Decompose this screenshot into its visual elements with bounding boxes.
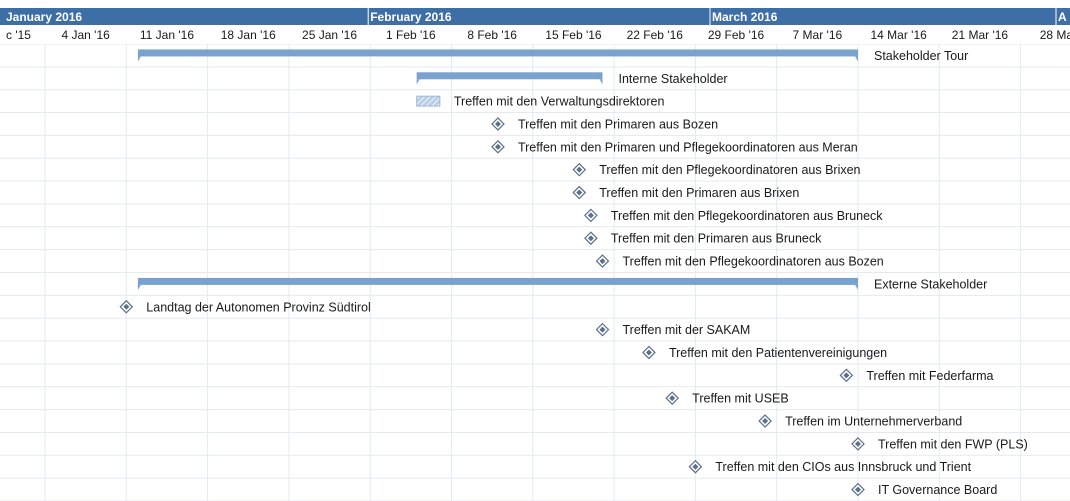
week-label: 4 Jan '16	[61, 28, 110, 42]
week-label: 28 Mar '	[1040, 28, 1070, 42]
summary-bar-cap-start	[137, 284, 141, 290]
task-label: Treffen mit den CIOs aus Innsbruck und T…	[715, 460, 971, 474]
task-label: Externe Stakeholder	[874, 277, 987, 291]
summary-bar	[416, 72, 603, 80]
week-label: 11 Jan '16	[140, 28, 194, 42]
task-label: Treffen mit den Pflegekoordinatoren aus …	[611, 209, 883, 223]
task-label: Treffen mit den FWP (PLS)	[878, 437, 1028, 451]
task-label: Treffen mit Federfarma	[866, 369, 993, 383]
gantt-chart: January 2016 February 2016 March 2016 A c '…	[0, 8, 1070, 501]
task-label: Treffen mit den Patientenvereinigungen	[669, 346, 887, 360]
task-label: Treffen im Unternehmerverband	[785, 415, 962, 429]
summary-bar	[137, 277, 858, 285]
week-label: 18 Jan '16	[221, 28, 276, 42]
summary-bar-cap-start	[137, 56, 141, 62]
task-label: Treffen mit den Primaren aus Brixen	[599, 186, 799, 200]
week-label: 22 Feb '16	[627, 28, 684, 42]
month-label: March 2016	[712, 10, 778, 24]
month-header-band	[0, 8, 1070, 25]
task-label: Landtag der Autonomen Provinz Südtirol	[146, 300, 370, 314]
week-label: 29 Feb '16	[708, 28, 765, 42]
week-label: 25 Jan '16	[302, 28, 357, 42]
week-label: c '15	[6, 28, 31, 42]
week-label: 1 Feb '16	[386, 28, 436, 42]
task-label: Interne Stakeholder	[618, 72, 727, 86]
task-label: Treffen mit den Primaren aus Bozen	[518, 117, 718, 131]
task-label: Treffen mit USEB	[692, 392, 789, 406]
month-label: January 2016	[6, 10, 82, 24]
month-label: February 2016	[370, 10, 452, 24]
task-label: Treffen mit der SAKAM	[622, 323, 750, 337]
task-label: Treffen mit den Pflegekoordinatoren aus …	[622, 255, 883, 269]
summary-bar-cap-start	[416, 79, 420, 85]
task-label: Stakeholder Tour	[874, 49, 968, 63]
week-label: 8 Feb '16	[467, 28, 517, 42]
week-label: 21 Mar '16	[952, 28, 1009, 42]
task-label: Treffen mit den Pflegekoordinatoren aus …	[599, 163, 860, 177]
week-label: 14 Mar '16	[870, 28, 927, 42]
task-bar	[416, 95, 441, 107]
summary-bar-cap-end	[599, 79, 603, 85]
week-label: 7 Mar '16	[793, 28, 843, 42]
month-label: A	[1058, 10, 1067, 24]
summary-bar	[137, 49, 858, 57]
task-label: Treffen mit den Verwaltungsdirektoren	[454, 95, 665, 109]
task-label: Treffen mit den Primaren aus Bruneck	[611, 232, 822, 246]
task-label: Treffen mit den Primaren und Pflegekoord…	[518, 140, 858, 154]
week-label: 15 Feb '16	[545, 28, 602, 42]
task-label: IT Governance Board	[878, 483, 997, 497]
